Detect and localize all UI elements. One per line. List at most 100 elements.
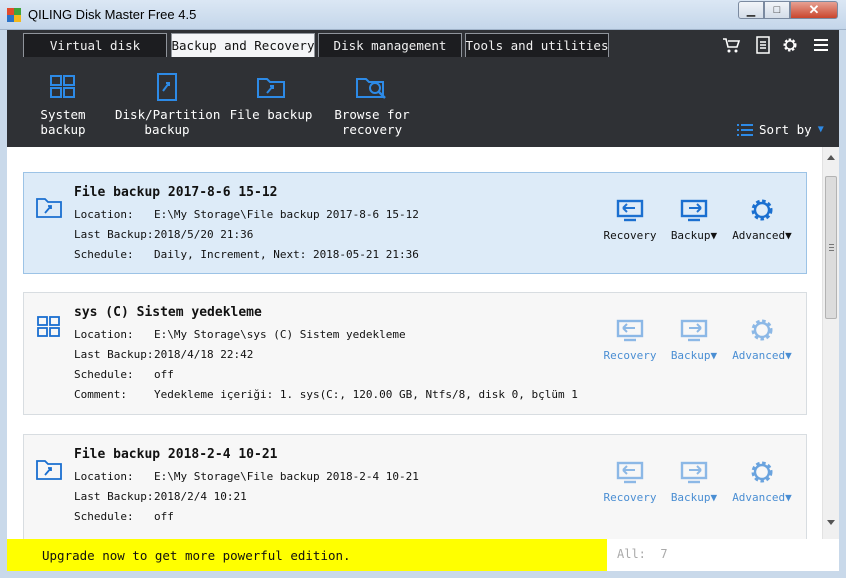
scroll-up-arrow-icon[interactable] [827, 155, 835, 160]
advanced-button[interactable]: Advanced▼ [732, 197, 792, 242]
backup-card[interactable]: sys (C) Sistem yedekleme Location: E:\My … [23, 292, 807, 415]
backup-card[interactable]: File backup 2017-8-6 15-12 Location: E:\M… [23, 172, 807, 274]
tab-backup-and-recovery[interactable]: Backup and Recovery [171, 33, 315, 57]
main-tab-bar: Virtual disk Backup and Recovery Disk ma… [7, 30, 839, 57]
last-backup-value: 2018/5/20 21:36 [154, 228, 254, 241]
sort-list-icon [737, 123, 753, 136]
advanced-button[interactable]: Advanced▼ [732, 317, 792, 362]
minimize-button[interactable]: ▁ [738, 1, 764, 19]
file-backup-button[interactable]: File backup [225, 57, 317, 147]
advanced-button[interactable]: Advanced▼ [732, 459, 792, 504]
tool-label: Disk/Partition backup [115, 107, 221, 137]
folder-backup-icon [36, 198, 62, 218]
comment-row: Comment: Yedekleme içeriği: 1. sys(C:, 12… [74, 388, 578, 401]
gear-icon[interactable] [780, 35, 800, 55]
backup-card[interactable]: File backup 2018-2-4 10-21 Location: E:\M… [23, 434, 807, 539]
last-backup-row: Last Backup:2018/2/4 10:21 [74, 490, 247, 503]
tab-label: Virtual disk [49, 38, 141, 53]
last-backup-label: Last Backup: [74, 348, 154, 361]
tab-disk-management[interactable]: Disk management [318, 33, 462, 57]
schedule-row: Schedule: Daily, Increment, Next: 2018-05… [74, 248, 419, 261]
all-label: All: [617, 547, 646, 561]
sort-by-label: Sort by [759, 122, 812, 137]
list-icon[interactable] [753, 35, 773, 55]
backup-list: File backup 2017-8-6 15-12 Location: E:\M… [7, 147, 839, 539]
location-label: Location: [74, 470, 134, 483]
backup-button[interactable]: Backup▼ [664, 459, 724, 504]
schedule-row: Schedule: off [74, 368, 174, 381]
tab-label: Tools and utilities [465, 38, 609, 53]
last-backup-value: 2018/2/4 10:21 [154, 490, 247, 503]
gear-icon [751, 199, 773, 221]
backup-icon [680, 319, 708, 342]
comment-value: Yedekleme içeriği: 1. sys(C:, 120.00 GB,… [154, 388, 578, 401]
upgrade-banner[interactable]: Upgrade now to get more powerful edition… [7, 539, 607, 571]
last-backup-row: Last Backup:2018/5/20 21:36 [74, 228, 253, 241]
gear-icon [751, 461, 773, 483]
comment-label: Comment: [74, 388, 127, 401]
chevron-down-icon: ▼ [817, 124, 824, 135]
last-backup-label: Last Backup: [74, 490, 154, 503]
location-value: E:\My Storage\File backup 2018-2-4 10-21 [154, 470, 419, 483]
sort-by-button[interactable]: Sort by ▼ [737, 122, 824, 137]
tool-label: File backup [229, 107, 313, 122]
action-label: Recovery [603, 349, 657, 362]
tab-tools-and-utilities[interactable]: Tools and utilities [465, 33, 609, 57]
recovery-button[interactable]: Recovery [600, 197, 660, 242]
browse-search-icon [356, 78, 386, 99]
location-value: E:\My Storage\File backup 2017-8-6 15-12 [154, 208, 419, 221]
browse-for-recovery-button[interactable]: Browse for recovery [329, 57, 415, 147]
close-icon: ✕ [808, 2, 820, 17]
backup-button[interactable]: Backup▼ [664, 197, 724, 242]
status-bar: Upgrade now to get more powerful edition… [7, 539, 839, 571]
recovery-button[interactable]: Recovery [600, 459, 660, 504]
recovery-button[interactable]: Recovery [600, 317, 660, 362]
scroll-thumb[interactable] [825, 176, 837, 319]
location-value: E:\My Storage\sys (C) Sistem yedekleme [154, 328, 406, 341]
schedule-row: Schedule: off [74, 510, 174, 523]
schedule-value: off [154, 368, 174, 381]
tool-label: System backup [40, 107, 86, 137]
backup-title: sys (C) Sistem yedekleme [74, 305, 262, 320]
tool-label: Browse for recovery [334, 107, 410, 137]
maximize-button[interactable]: □ [764, 1, 790, 19]
location-label: Location: [74, 328, 134, 341]
action-label: Advanced▼ [732, 349, 792, 362]
schedule-label: Schedule: [74, 368, 134, 381]
app-logo-icon [7, 8, 21, 22]
app-frame: Virtual disk Backup and Recovery Disk ma… [7, 30, 839, 571]
location-row: Location: E:\My Storage\File backup 2018-… [74, 470, 419, 483]
tab-label: Backup and Recovery [171, 38, 315, 53]
action-label: Backup▼ [670, 229, 718, 242]
tab-label: Disk management [333, 38, 447, 53]
gear-icon [751, 319, 773, 341]
location-label: Location: [74, 208, 134, 221]
all-count-value: 7 [660, 547, 668, 561]
schedule-label: Schedule: [74, 248, 134, 261]
tab-virtual-disk[interactable]: Virtual disk [23, 33, 167, 57]
window-title: QILING Disk Master Free 4.5 [28, 7, 197, 22]
backup-count: All: 7 [617, 547, 668, 561]
upgrade-link[interactable]: Upgrade now to get more powerful edition… [42, 548, 351, 563]
recovery-icon [616, 319, 644, 342]
close-button[interactable]: ✕ [790, 1, 838, 19]
disk-backup-icon [157, 73, 177, 101]
backup-button[interactable]: Backup▼ [664, 317, 724, 362]
backup-icon [680, 199, 708, 222]
recovery-icon [616, 461, 644, 484]
schedule-label: Schedule: [74, 510, 134, 523]
last-backup-value: 2018/4/18 22:42 [154, 348, 254, 361]
minimize-icon: ▁ [746, 4, 756, 17]
cart-icon[interactable] [721, 35, 741, 55]
disk-partition-backup-button[interactable]: Disk/Partition backup [115, 57, 221, 147]
action-label: Backup▼ [670, 491, 718, 504]
system-backup-button[interactable]: System backup [15, 57, 111, 147]
title-bar: QILING Disk Master Free 4.5 ▁ □ ✕ [0, 0, 846, 30]
scroll-down-arrow-icon[interactable] [827, 520, 835, 525]
folder-backup-icon [36, 460, 62, 480]
action-toolbar: System backup Disk/Partition backup File… [7, 57, 839, 147]
recovery-icon [616, 199, 644, 222]
action-label: Advanced▼ [732, 491, 792, 504]
vertical-scrollbar[interactable] [822, 147, 839, 539]
menu-icon[interactable] [811, 35, 831, 55]
